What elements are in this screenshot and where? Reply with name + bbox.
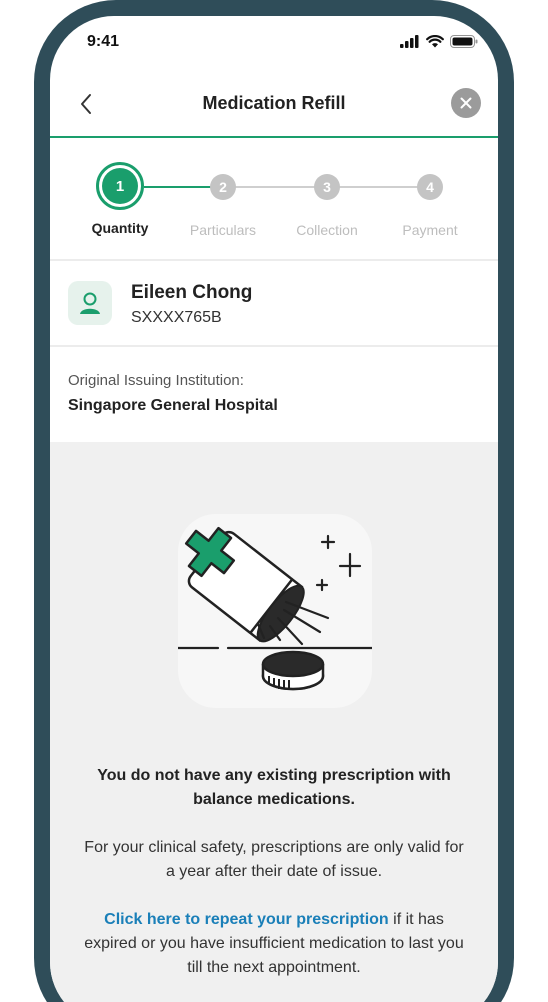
step-number: 4 <box>417 174 443 200</box>
empty-state-title: You do not have any existing prescriptio… <box>97 767 451 808</box>
institution-name: Singapore General Hospital <box>68 397 278 414</box>
empty-state-panel: You do not have any existing prescriptio… <box>50 442 498 1002</box>
close-button[interactable] <box>451 88 481 118</box>
progress-stepper: 1 Quantity 2 Particulars 3 Collection 4 … <box>50 140 498 260</box>
step-label: Payment <box>402 222 458 238</box>
patient-id: SXXXX765B <box>131 309 222 326</box>
step-number: 1 <box>102 168 138 204</box>
avatar <box>68 281 112 325</box>
status-time: 9:41 <box>87 33 120 50</box>
divider <box>50 259 498 261</box>
medication-illustration <box>178 514 372 708</box>
step-indicator: 1 <box>96 162 144 210</box>
patient-card: Eileen Chong SXXXX765B <box>50 262 498 346</box>
step-number: 3 <box>314 174 340 200</box>
wifi-icon <box>426 35 444 48</box>
repeat-prescription-link[interactable]: Click here to repeat your prescription <box>104 911 389 928</box>
status-icons <box>400 35 478 48</box>
step-label: Particulars <box>189 222 257 238</box>
step-payment: 4 Payment <box>378 140 482 238</box>
status-bar: 9:41 <box>50 16 498 66</box>
step-collection: 3 Collection <box>275 140 379 238</box>
phone-screen: 9:41 Medication Refill 1 Quantity 2 Part… <box>50 16 498 1002</box>
step-particulars: 2 Particulars <box>171 140 275 238</box>
institution-section: Original Issuing Institution: Singapore … <box>50 348 498 442</box>
close-icon <box>460 97 472 109</box>
step-quantity: 1 Quantity <box>68 140 172 236</box>
step-number: 2 <box>210 174 236 200</box>
empty-state-hint: Click here to repeat your prescription i… <box>80 908 468 980</box>
header: Medication Refill <box>50 78 498 138</box>
step-label: Collection <box>296 222 358 238</box>
user-icon <box>80 292 100 314</box>
divider <box>50 345 498 347</box>
step-label: Quantity <box>91 220 149 236</box>
patient-name: Eileen Chong <box>131 282 253 303</box>
empty-state-body: For your clinical safety, prescriptions … <box>84 839 464 880</box>
signal-icon <box>400 35 419 48</box>
battery-icon <box>450 35 478 48</box>
institution-label: Original Issuing Institution: <box>68 372 244 389</box>
page-title: Medication Refill <box>202 93 346 113</box>
